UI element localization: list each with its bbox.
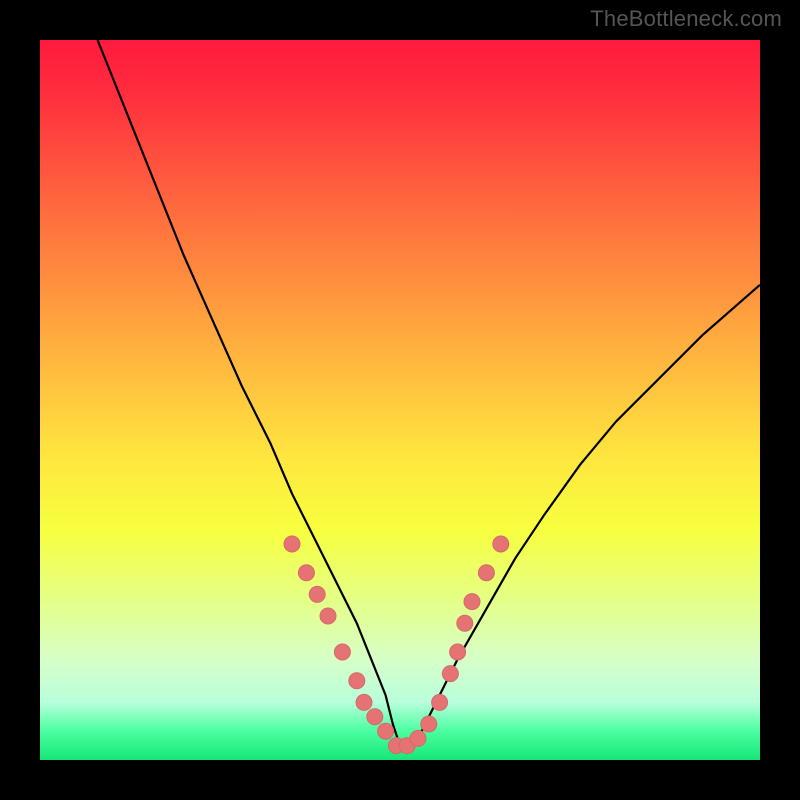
data-point [334,644,350,660]
data-point [356,694,372,710]
plot-area [40,40,760,760]
data-point [478,565,494,581]
data-point [284,536,300,552]
data-point [367,709,383,725]
data-point [298,565,314,581]
watermark-text: TheBottleneck.com [590,6,782,32]
curve-svg [40,40,760,760]
data-point [493,536,509,552]
data-point [432,694,448,710]
data-point [410,730,426,746]
bottleneck-curve [98,40,760,753]
data-point [309,586,325,602]
data-point [464,594,480,610]
data-point [442,666,458,682]
data-point [450,644,466,660]
data-point [457,615,473,631]
data-point [421,716,437,732]
chart-frame: TheBottleneck.com [0,0,800,800]
data-point [378,723,394,739]
data-point [349,673,365,689]
data-point [320,608,336,624]
highlighted-points [284,536,509,754]
